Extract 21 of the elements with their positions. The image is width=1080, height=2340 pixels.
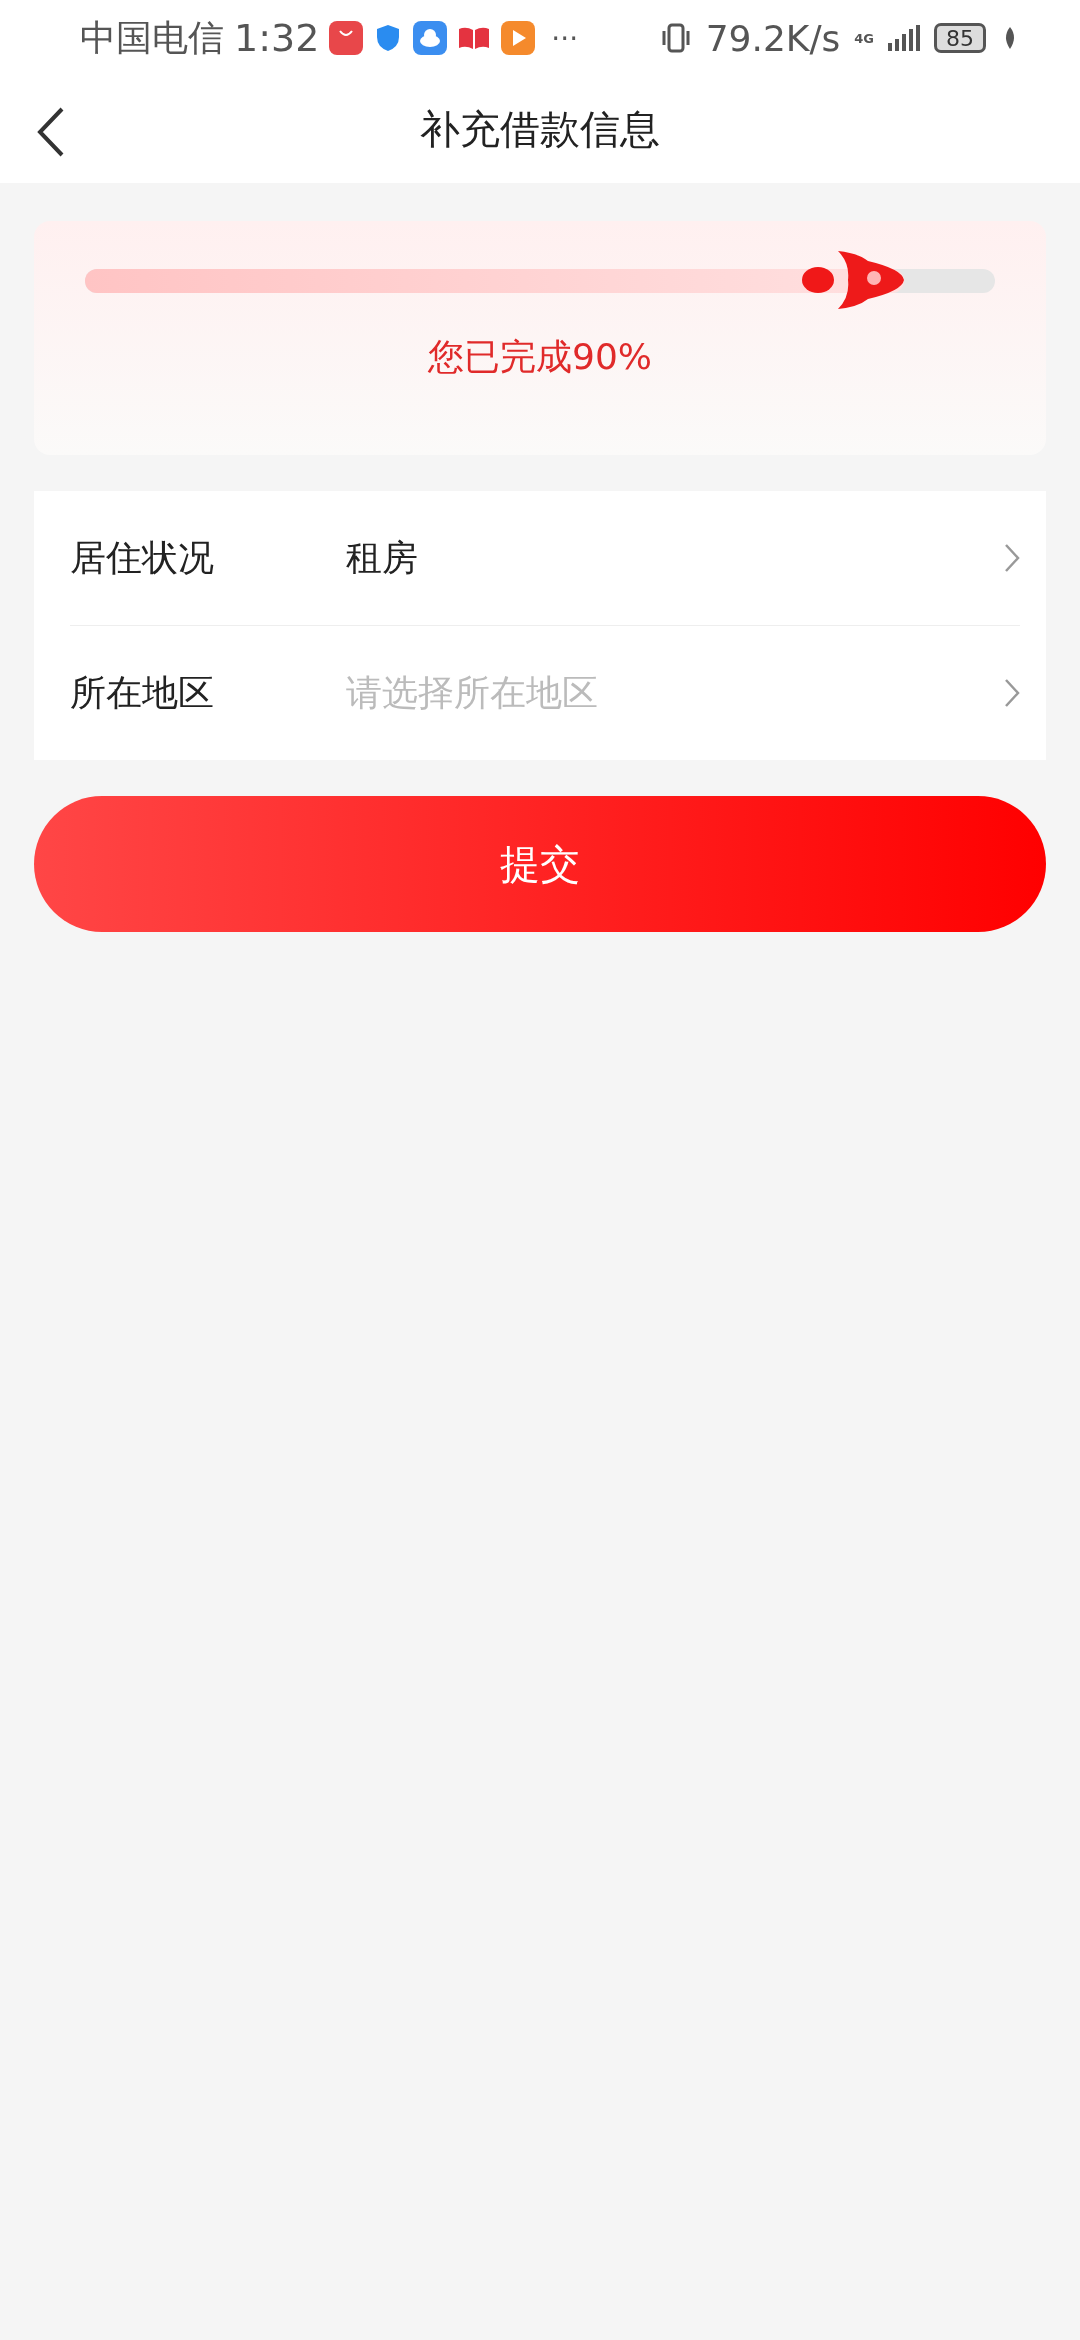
- submit-button[interactable]: 提交: [34, 796, 1046, 932]
- field-label: 居住状况: [70, 535, 215, 580]
- field-value: 租房: [346, 535, 419, 580]
- field-placeholder: 请选择所在地区: [346, 670, 599, 715]
- battery-level: 85: [934, 23, 986, 53]
- network-type: 4G: [854, 31, 874, 45]
- progress-text: 您已完成90%: [428, 335, 652, 379]
- cloud-app-icon: [413, 21, 448, 55]
- chevron-icon: [1004, 678, 1020, 708]
- chevron-icon: [1004, 543, 1020, 573]
- field-label: 所在地区: [70, 670, 215, 715]
- form-row[interactable]: 所在地区 请选择所在地区: [70, 626, 1020, 760]
- page-title: 补充借款信息: [420, 105, 660, 154]
- more-notifications: ···: [551, 21, 579, 55]
- form-row[interactable]: 居住状况 租房: [70, 491, 1020, 626]
- carrier-name: 中国电信: [80, 15, 224, 60]
- store-app-icon: [329, 21, 364, 55]
- network-speed: 79.2K/s: [705, 17, 841, 59]
- signal-icon: [888, 25, 920, 51]
- play-app-icon: [501, 21, 536, 55]
- clock-time: 1:32: [234, 16, 320, 60]
